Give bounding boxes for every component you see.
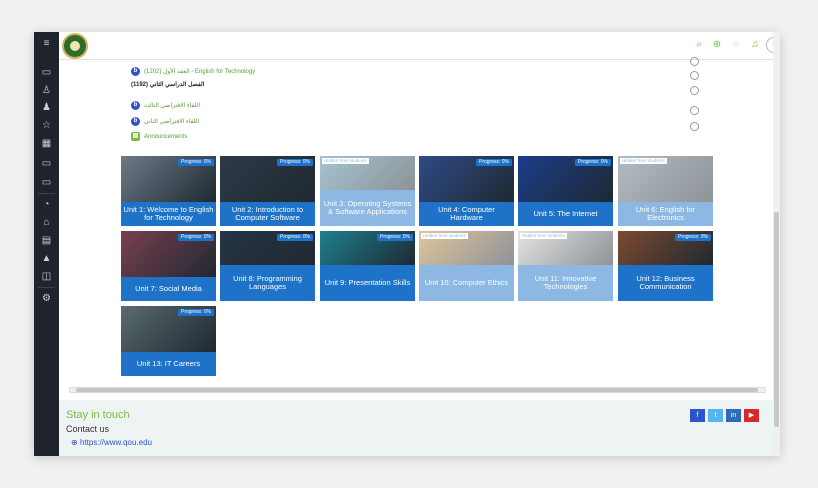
unit-tile-title: Unit 6: English for Electronics — [635, 204, 696, 222]
unit-tile-title: Unit 11: Innovative Technologies — [534, 273, 597, 291]
unit-tile[interactable]: Progress: 0% Unit 13: IT Careers — [121, 306, 216, 376]
home-icon[interactable]: ⌂ — [39, 215, 54, 230]
contact-label: Contact us — [66, 424, 110, 434]
completion-checkbox[interactable] — [690, 71, 699, 80]
activity-item[interactable]: ▤ Announcements — [131, 131, 187, 143]
chat-icon[interactable]: ◌ — [730, 39, 742, 51]
unit-tile-title: Unit 9: Presentation Skills — [324, 277, 411, 287]
calendar-icon[interactable]: ▤ — [39, 233, 54, 248]
unit-tile[interactable]: Progress: 0% Unit 4: Computer Hardware — [419, 156, 514, 226]
gear-icon[interactable]: ⚙ — [39, 291, 54, 306]
activity-item: الفصل الدراسي الثاني (1192) — [131, 82, 205, 88]
hidden-badge: Hidden from students — [520, 233, 567, 239]
calendar-icon[interactable]: ▦ — [39, 136, 54, 151]
forum-icon: ▤ — [131, 131, 140, 141]
unit-tile[interactable]: Hidden from students Unit 11: Innovative … — [518, 231, 613, 301]
completion-checkbox[interactable] — [690, 122, 699, 131]
unit-tile[interactable]: Hidden from students Unit 10: Computer Et… — [419, 231, 514, 301]
unit-tile[interactable]: Progress: 0% Unit 12: Business Communicat… — [618, 231, 713, 301]
unit-tile-title: Unit 7: Social Media — [135, 283, 202, 293]
unit-tile-title: Unit 4: Computer Hardware — [438, 204, 495, 222]
unit-tile-title: Unit 12: Business Communication — [636, 273, 695, 291]
activity-item[interactable]: b اللقاء الافتراضي الثالث — [131, 100, 200, 112]
bell-icon[interactable]: ♫ — [749, 39, 761, 51]
horizontal-scrollbar[interactable] — [69, 387, 766, 393]
folder-icon[interactable]: ▭ — [39, 156, 54, 171]
progress-badge: Progress: 0% — [276, 159, 313, 166]
unit-tile-title: Unit 2: Introduction to Computer Softwar… — [231, 204, 304, 222]
twitter-icon[interactable]: t — [708, 409, 723, 422]
unit-tile[interactable]: Progress: 0% Unit 1: Welcome to English f… — [121, 156, 216, 226]
hidden-badge: Hidden from students — [620, 158, 667, 164]
unit-tile[interactable]: Hidden from students Unit 3: Operating Sy… — [320, 156, 415, 226]
unit-tile[interactable]: Hidden from students Unit 6: English for … — [618, 156, 713, 226]
vertical-scrollbar[interactable] — [773, 32, 780, 456]
unit-tile[interactable]: Progress: 0% Unit 2: Introduction to Comp… — [220, 156, 315, 226]
browser-window: ≡ ▭ ♙ ♟ ☆ ▦ ▭ ▭ ◔ ⌂ ▤ ▲ ◫ ⚙ ⌕ ⊕ ◌ ♫ ▾ bا… — [34, 32, 780, 456]
progress-badge: Progress: 0% — [177, 234, 214, 241]
university-logo[interactable] — [62, 33, 88, 59]
progress-badge: Progress: 0% — [574, 159, 611, 166]
unit-tile-title: Unit 5: The Internet — [533, 208, 598, 218]
folder-icon[interactable]: ▭ — [39, 65, 54, 80]
progress-badge: Progress: 0% — [177, 309, 214, 316]
top-navbar: ⌕ ⊕ ◌ ♫ ▾ — [59, 32, 780, 60]
activity-item[interactable]: b العقد الأول (1202) - English for Techno… — [131, 66, 255, 78]
unit-tile[interactable]: Progress: 0% Unit 7: Social Media — [121, 231, 216, 301]
progress-badge: Progress: 0% — [475, 159, 512, 166]
completion-checkbox[interactable] — [690, 106, 699, 115]
globe-icon: ⊕ — [71, 438, 80, 447]
unit-tile-title: Unit 8: Programming Languages — [233, 273, 302, 291]
graduation-icon[interactable]: ▲ — [39, 251, 54, 266]
youtube-icon[interactable]: ▶ — [744, 409, 759, 422]
book-icon[interactable]: ◫ — [39, 269, 54, 284]
sidebar-divider — [38, 287, 55, 288]
unit-tile[interactable]: Progress: 0% Unit 8: Programming Language… — [220, 231, 315, 301]
hidden-badge: Hidden from students — [322, 158, 369, 164]
progress-badge: Progress: 0% — [177, 159, 214, 166]
progress-badge: Progress: 0% — [276, 234, 313, 241]
sidebar: ≡ ▭ ♙ ♟ ☆ ▦ ▭ ▭ ◔ ⌂ ▤ ▲ ◫ ⚙ — [34, 32, 59, 456]
bbb-icon: b — [131, 116, 140, 126]
star-icon[interactable]: ☆ — [39, 118, 54, 133]
activity-item[interactable]: b اللقاء الافتراضي الثاني — [131, 116, 199, 128]
footer-title: Stay in touch — [66, 409, 130, 421]
folder-icon[interactable]: ▭ — [39, 175, 54, 190]
unit-tile[interactable]: Progress: 0% Unit 5: The Internet — [518, 156, 613, 226]
linkedin-icon[interactable]: in — [726, 409, 741, 422]
facebook-icon[interactable]: f — [690, 409, 705, 422]
progress-badge: Progress: 0% — [674, 234, 711, 241]
unit-tile-title: Unit 13: IT Careers — [136, 358, 201, 368]
globe-icon[interactable]: ⊕ — [711, 39, 723, 51]
user-icon[interactable]: ♙ — [39, 83, 54, 98]
unit-tile-title: Unit 3: Operating Systems & Software App… — [323, 198, 412, 216]
sidebar-divider — [38, 193, 55, 194]
bbb-icon: b — [131, 66, 140, 76]
website-link[interactable]: ⊕ https://www.qou.edu — [71, 438, 152, 447]
unit-tile[interactable]: Progress: 0% Unit 9: Presentation Skills — [320, 231, 415, 301]
dashboard-icon[interactable]: ◔ — [39, 197, 54, 212]
unit-tile-title: Unit 1: Welcome to English for Technolog… — [123, 204, 214, 222]
footer: Stay in touch Contact us ⊕ https://www.q… — [59, 400, 773, 456]
progress-badge: Progress: 0% — [376, 234, 413, 241]
hidden-badge: Hidden from students — [421, 233, 468, 239]
group-icon[interactable]: ♟ — [39, 100, 54, 115]
unit-tile-title: Unit 10: Computer Ethics — [424, 277, 509, 287]
menu-icon[interactable]: ≡ — [39, 36, 54, 51]
bbb-icon: b — [131, 100, 140, 110]
completion-checkbox[interactable] — [690, 86, 699, 95]
completion-checkbox[interactable] — [690, 57, 699, 66]
search-icon[interactable]: ⌕ — [693, 39, 705, 51]
